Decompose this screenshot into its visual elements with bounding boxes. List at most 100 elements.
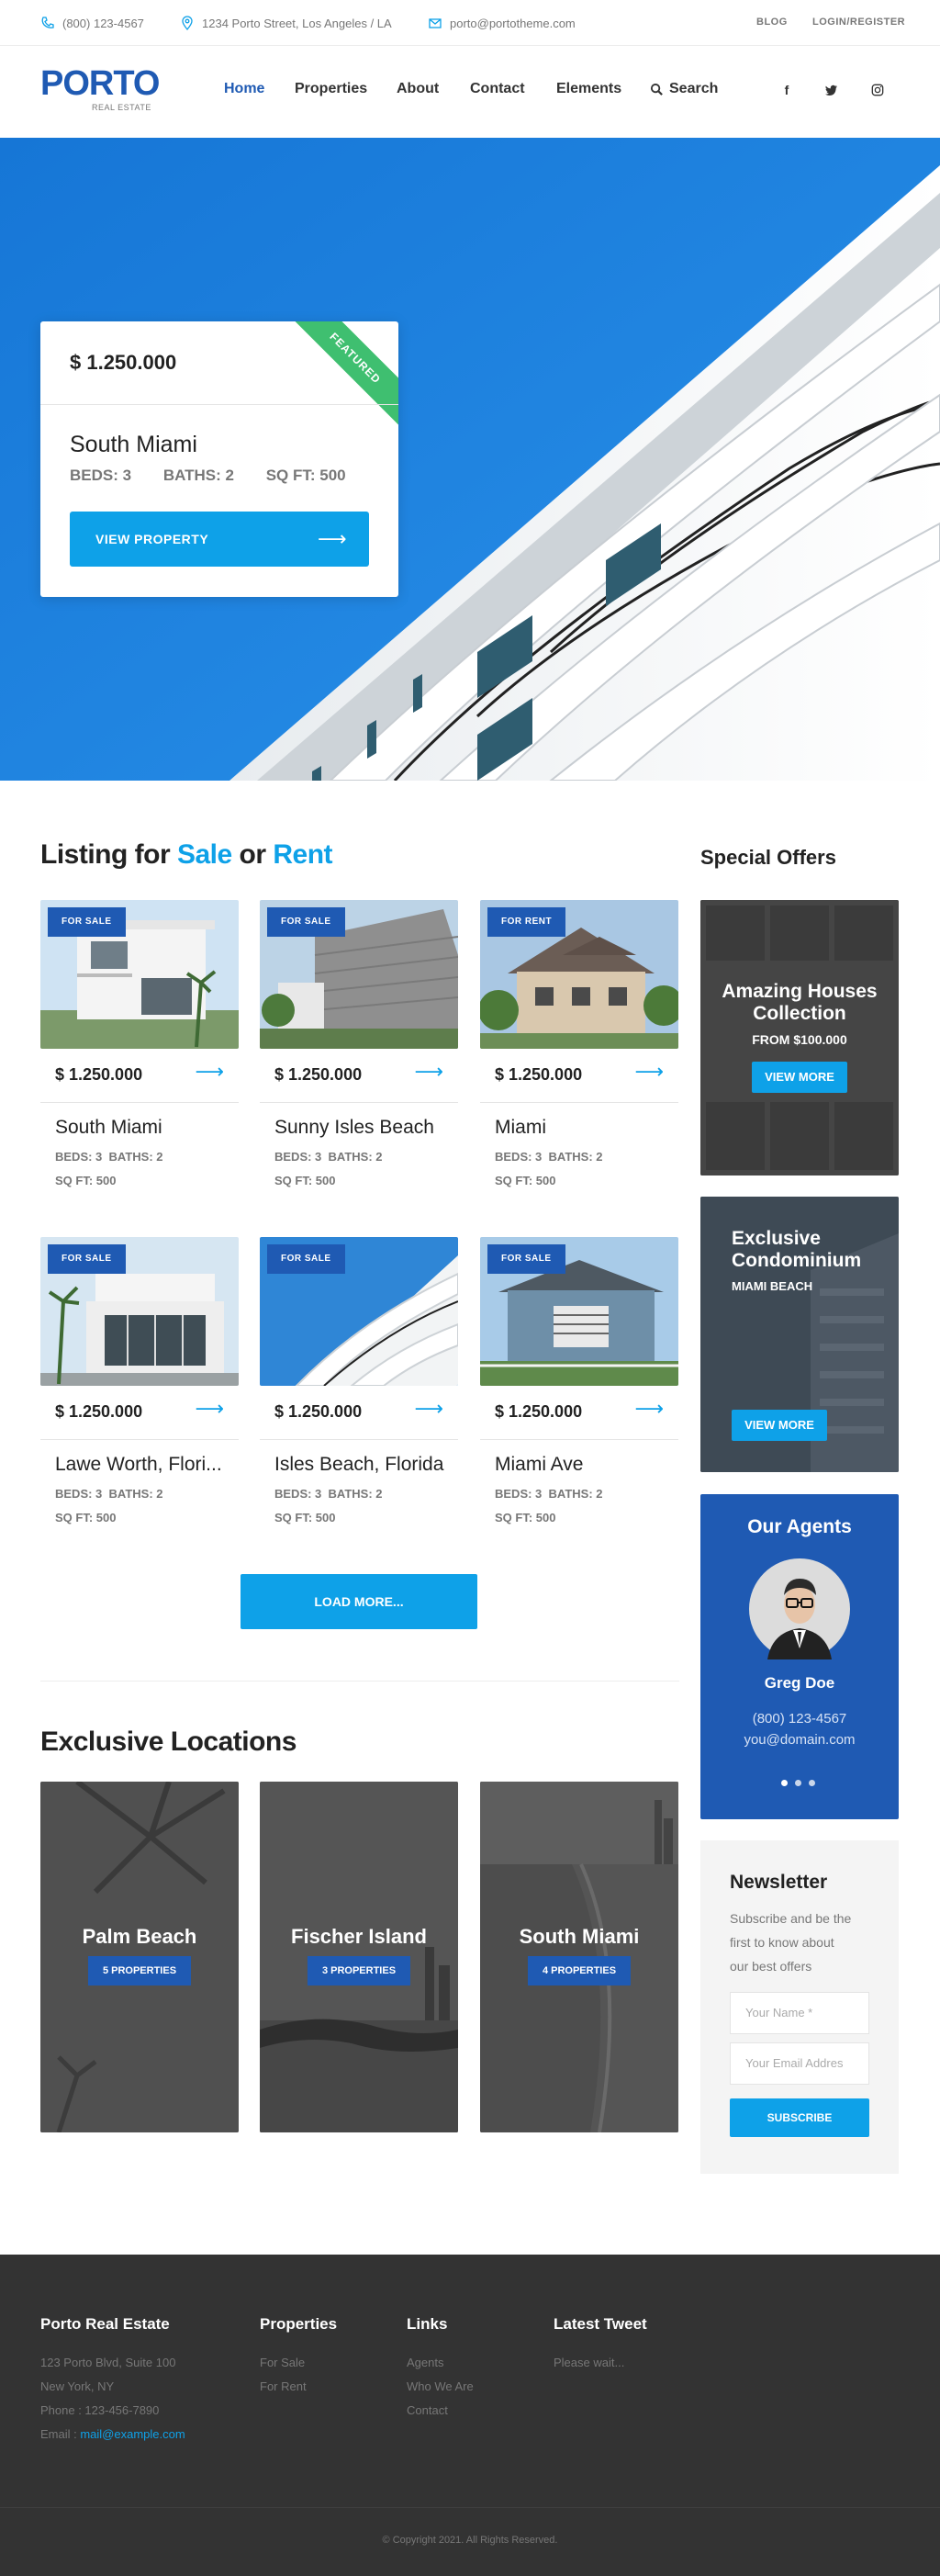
agent-name[interactable]: Greg Doe	[700, 1674, 899, 1693]
carousel-dot[interactable]	[795, 1780, 801, 1786]
divider	[480, 1102, 678, 1103]
property-baths: BATHS: 2	[108, 1487, 163, 1501]
location-card[interactable]: South Miami 4 PROPERTIES	[480, 1782, 678, 2132]
property-card[interactable]: FOR SALE $ 1.250.000 ⟶ Miami Ave BEDS: 3…	[480, 1237, 678, 1531]
newsletter-text-line: first to know about	[730, 1935, 834, 1950]
search-icon	[650, 83, 663, 96]
property-name[interactable]: Lawe Worth, Flori...	[55, 1454, 235, 1476]
blog-link[interactable]: BLOG	[756, 17, 788, 28]
nav-contact[interactable]: Contact	[470, 81, 525, 97]
property-baths: BATHS: 2	[108, 1150, 163, 1164]
arrow-right-icon[interactable]: ⟶	[634, 1397, 664, 1421]
property-beds: BEDS: 3	[274, 1487, 322, 1501]
divider	[260, 1102, 458, 1103]
property-sqft: SQ FT: 500	[55, 1174, 117, 1187]
instagram-icon[interactable]	[867, 79, 889, 101]
footer-email-link[interactable]: mail@example.com	[80, 2427, 185, 2441]
footer-divider	[0, 2507, 940, 2508]
property-beds-baths: BEDS: 3 BATHS: 2	[495, 1487, 603, 1501]
view-more-button[interactable]: VIEW MORE	[732, 1410, 827, 1441]
agent-email[interactable]: you@domain.com	[700, 1732, 899, 1748]
footer-link[interactable]: For Rent	[260, 2379, 307, 2393]
nav-properties[interactable]: Properties	[295, 81, 367, 97]
header: PORTO REAL ESTATE Home Properties About …	[0, 46, 940, 138]
hero-section: $ 1.250.000 FEATURED South Miami BEDS: 3…	[0, 138, 940, 781]
divider	[480, 1439, 678, 1440]
logo[interactable]: PORTO REAL ESTATE	[40, 64, 160, 112]
property-card[interactable]: FOR SALE $ 1.250.000 ⟶ South Miami BEDS:…	[40, 900, 239, 1194]
location-card[interactable]: Fischer Island 3 PROPERTIES	[260, 1782, 458, 2132]
view-property-button[interactable]: VIEW PROPERTY ⟶	[70, 512, 369, 567]
nav-search-label: Search	[669, 81, 719, 96]
offer-title-line: Collection	[753, 1003, 846, 1024]
property-name[interactable]: Isles Beach, Florida	[274, 1454, 454, 1476]
arrow-right-icon[interactable]: ⟶	[414, 1397, 443, 1421]
offer-subtitle: MIAMI BEACH	[732, 1279, 813, 1293]
subscribe-button[interactable]: SUBSCRIBE	[730, 2098, 869, 2137]
property-name[interactable]: Miami Ave	[495, 1454, 675, 1476]
arrow-right-icon[interactable]: ⟶	[634, 1060, 664, 1084]
facebook-icon[interactable]: f	[776, 79, 798, 101]
agents-title: Our Agents	[747, 1516, 852, 1537]
offer-card-condominium[interactable]: Exclusive Condominium MIAMI BEACH VIEW MO…	[700, 1197, 899, 1472]
nav-home[interactable]: Home	[224, 81, 264, 97]
topbar-email-text: porto@portotheme.com	[450, 16, 576, 30]
nav-search[interactable]: Search	[650, 81, 718, 97]
arrow-right-icon[interactable]: ⟶	[195, 1397, 224, 1421]
location-count-badge[interactable]: 3 PROPERTIES	[307, 1956, 411, 1985]
footer-address-line: New York, NY	[40, 2379, 115, 2393]
location-card[interactable]: Palm Beach 5 PROPERTIES	[40, 1782, 239, 2132]
property-baths: BATHS: 2	[328, 1150, 383, 1164]
property-card[interactable]: FOR SALE $ 1.250.000 ⟶ Isles Beach, Flor…	[260, 1237, 458, 1531]
view-more-button[interactable]: VIEW MORE	[752, 1062, 847, 1093]
property-beds-baths: BEDS: 3 BATHS: 2	[55, 1487, 163, 1501]
footer-link[interactable]: Agents	[407, 2356, 443, 2369]
listing-title-sale[interactable]: Sale	[177, 839, 232, 870]
nav-about[interactable]: About	[397, 81, 439, 97]
offer-title: Amazing Houses Collection	[700, 981, 899, 1025]
property-name[interactable]: Miami	[495, 1117, 675, 1139]
featured-price: $ 1.250.000	[70, 351, 177, 374]
logo-text: PORTO	[40, 64, 160, 103]
property-beds-baths: BEDS: 3 BATHS: 2	[495, 1150, 603, 1164]
property-name[interactable]: Sunny Isles Beach	[274, 1117, 454, 1139]
locations-title: Exclusive Locations	[40, 1727, 297, 1757]
property-card[interactable]: FOR SALE $ 1.250.000 ⟶ Sunny Isles Beach…	[260, 900, 458, 1194]
footer-col-title: Properties	[260, 2315, 338, 2333]
agent-avatar[interactable]	[749, 1558, 850, 1659]
footer-link[interactable]: Who We Are	[407, 2379, 474, 2393]
login-register-link[interactable]: LOGIN/REGISTER	[812, 17, 905, 28]
property-tag: FOR SALE	[267, 907, 345, 937]
carousel-dot[interactable]	[809, 1780, 815, 1786]
property-card[interactable]: FOR RENT $ 1.250.000 ⟶ Miami BEDS: 3 BAT…	[480, 900, 678, 1194]
property-price: $ 1.250.000	[274, 1402, 363, 1421]
load-more-button[interactable]: LOAD MORE...	[241, 1574, 477, 1629]
property-name[interactable]: South Miami	[55, 1117, 235, 1139]
listing-title-rent[interactable]: Rent	[273, 839, 332, 870]
arrow-right-icon[interactable]: ⟶	[195, 1060, 224, 1084]
arrow-right-icon[interactable]: ⟶	[414, 1060, 443, 1084]
map-pin-icon	[182, 16, 193, 30]
newsletter-name-input[interactable]: Your Name *	[730, 1992, 869, 2034]
featured-beds: BEDS: 3	[70, 467, 132, 484]
carousel-dot[interactable]	[781, 1780, 788, 1786]
divider	[40, 1439, 239, 1440]
listing-title: Listing for Sale or Rent	[40, 839, 333, 871]
newsletter-email-input[interactable]: Your Email Addres	[730, 2042, 869, 2085]
section-divider	[40, 1681, 679, 1682]
topbar-phone[interactable]: (800) 123-4567	[40, 16, 144, 30]
footer-link[interactable]: Contact	[407, 2403, 448, 2417]
offer-card-houses[interactable]: Amazing Houses Collection FROM $100.000 V…	[700, 900, 899, 1176]
twitter-icon[interactable]	[821, 79, 843, 101]
property-card[interactable]: FOR SALE $ 1.250.000 ⟶ Lawe Worth, Flori…	[40, 1237, 239, 1531]
topbar-email[interactable]: porto@portotheme.com	[428, 16, 576, 30]
copyright: © Copyright 2021. All Rights Reserved.	[382, 2535, 558, 2546]
footer-link[interactable]: For Sale	[260, 2356, 305, 2369]
footer-phone: Phone : 123-456-7890	[40, 2403, 160, 2417]
footer-tweet-text: Please wait...	[554, 2356, 625, 2369]
offer-title-line: Amazing Houses	[722, 981, 878, 1002]
featured-baths: BATHS: 2	[162, 467, 234, 484]
nav-elements[interactable]: Elements	[556, 81, 621, 97]
location-count-badge[interactable]: 4 PROPERTIES	[527, 1956, 632, 1985]
location-count-badge[interactable]: 5 PROPERTIES	[87, 1956, 192, 1985]
